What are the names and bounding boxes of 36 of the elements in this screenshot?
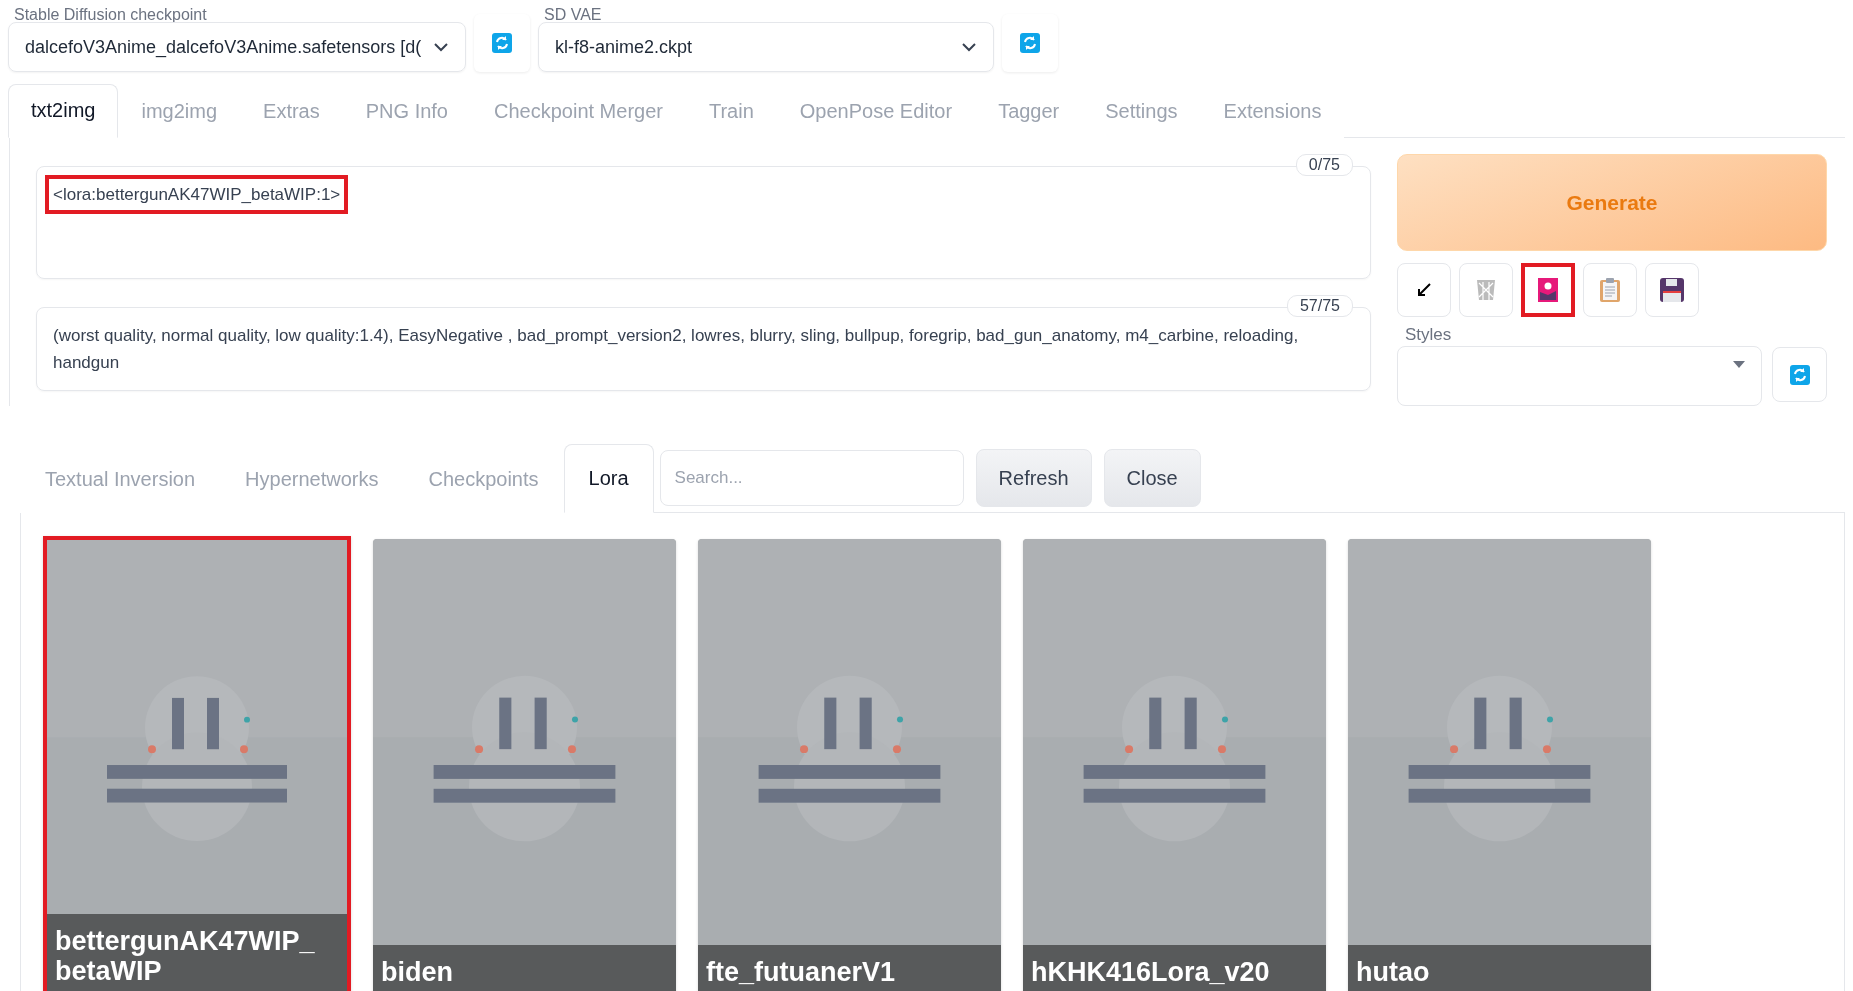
refresh-button[interactable] <box>474 14 530 72</box>
trash-icon <box>1475 278 1497 302</box>
card-title: hKHK416Lora_v20 <box>1023 945 1326 991</box>
refresh-icon <box>492 33 512 53</box>
close-button[interactable]: Close <box>1103 449 1201 507</box>
card-title: bettergunAK47WIP_ betaWIP <box>47 914 347 991</box>
card-title: fte_futuanerV1 <box>698 945 1001 991</box>
chevron-down-icon <box>433 42 449 52</box>
dropdown-arrow-icon <box>1733 361 1745 368</box>
tab[interactable]: Lora <box>563 444 654 513</box>
lora-card[interactable]: hKHK416Lora_v20 <box>1023 539 1326 991</box>
tool-button[interactable] <box>1521 263 1575 317</box>
clipboard-icon <box>1600 278 1620 302</box>
refresh-button[interactable] <box>1002 14 1058 72</box>
checkpoint-label: Stable Diffusion checkpoint <box>13 6 208 24</box>
checkpoint-dropdown[interactable]: dalcefoV3Anime_dalcefoV3Anime.safetensors [d( <box>8 22 466 72</box>
vae-dropdown[interactable]: kl-f8-anime2.ckpt <box>538 22 994 72</box>
refresh-button[interactable]: Refresh <box>975 449 1092 507</box>
arrow-icon <box>1415 281 1433 299</box>
lora-card[interactable]: biden <box>373 539 676 991</box>
token-counter: 57/75 <box>1286 295 1353 317</box>
lora-card[interactable]: fte_futuanerV1 <box>698 539 1001 991</box>
refresh-icon <box>1020 33 1040 53</box>
picture-icon <box>1538 278 1558 302</box>
card-title: hutao <box>1348 945 1651 991</box>
tab[interactable]: txt2img <box>8 84 119 138</box>
refresh-icon <box>1789 364 1810 385</box>
card-title: biden <box>373 945 676 991</box>
styles-label: Styles <box>1404 325 1453 345</box>
search-field[interactable]: Search... <box>659 450 964 506</box>
chevron-down-icon <box>961 42 977 52</box>
refresh-button[interactable] <box>1772 347 1827 402</box>
lora-card[interactable]: bettergunAK47WIP_ betaWIP <box>43 536 351 991</box>
token-counter: 0/75 <box>1295 154 1353 176</box>
lora-card[interactable]: hutao <box>1348 539 1651 991</box>
vae-label: SD VAE <box>543 6 603 24</box>
